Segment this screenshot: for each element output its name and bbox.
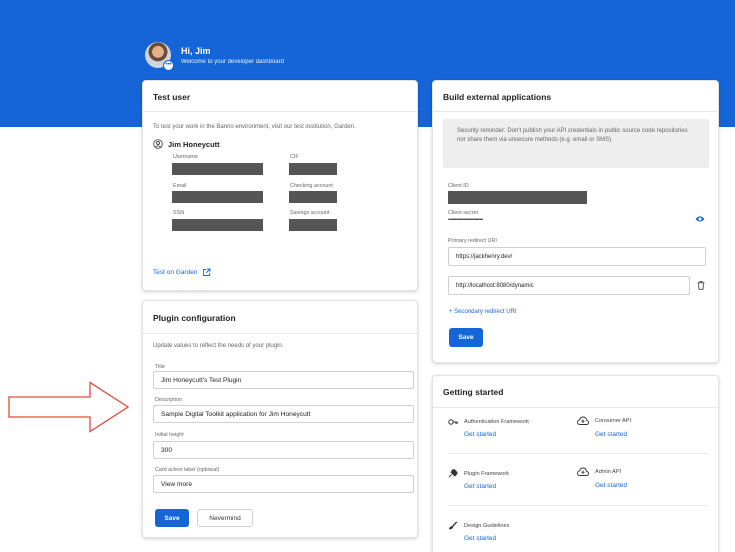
test-on-garden-link[interactable]: Test on Garden [153,268,211,277]
getting-started-card: Getting started Authentication Framework… [432,375,719,552]
greeting: ••• Hi, Jim Welcome to your developer da… [145,42,284,71]
user-circle-icon [153,139,163,149]
key-icon [448,419,458,425]
client-id-label: Client ID [448,183,469,189]
card-action-label: Card action label (optional) [155,467,220,473]
title-input[interactable]: Jim Honeycutt's Test Plugin [153,371,414,389]
plugin-configuration-card: Plugin configuration Update values to re… [142,300,418,538]
consumer-api-label: Consumer API [595,418,632,424]
email-value [172,191,263,203]
annotation-arrow-shape [8,381,130,433]
test-user-title: Test user [143,81,417,112]
getting-started-divider-1 [448,453,708,454]
paint-icon [449,521,458,530]
design-guidelines-get-started-link[interactable]: Get started [464,535,568,542]
authentication-framework-item: Authentication Framework Get started [448,418,568,438]
username-label: Username [173,154,198,160]
ssn-label: SSN [173,210,185,216]
savings-account-value [289,219,337,231]
client-id-value [448,191,587,204]
description-label: Description [155,397,182,403]
plugin-nevermind-button[interactable]: Nevermind [197,509,253,527]
plugin-configuration-title: Plugin configuration [143,301,417,334]
checking-account-label: Checking account [290,183,333,189]
avatar-edit-icon[interactable]: ••• [163,60,174,71]
test-user-card: Test user To test your work in the Banno… [142,80,418,291]
annotation-arrow-icon [8,381,130,433]
initial-height-input[interactable]: 300 [153,441,414,459]
primary-redirect-input[interactable]: https://jackhenry.dev/ [448,247,706,266]
plugin-intro: Update values to reflect the needs of yo… [153,343,284,349]
build-title: Build external applications [433,81,718,112]
plugin-framework-get-started-link[interactable]: Get started [464,483,568,490]
admin-api-item: Admin API Get started [577,467,697,489]
greeting-subtitle: Welcome to your developer dashboard [181,58,284,65]
add-secondary-redirect-link[interactable]: + Secondary redirect URI [449,309,517,315]
plugin-save-button[interactable]: Save [155,509,189,527]
client-secret-label: Client secret [448,210,478,216]
api-cloud-icon [577,467,589,476]
design-guidelines-label: Design Guidelines [464,522,510,529]
getting-started-title: Getting started [433,376,718,408]
design-guidelines-item: Design Guidelines Get started [448,521,568,542]
build-external-applications-card: Build external applications Security rem… [432,80,719,363]
consumer-api-item: Consumer API Get started [577,416,697,438]
plugin-icon [448,469,458,478]
cif-label: CIF [290,154,299,160]
test-user-intro: To test your work in the Banno environme… [153,124,356,130]
client-secret-value: •••••••••••••••••••••••••••••• [448,217,483,223]
primary-redirect-label: Primary redirect URI [448,238,497,244]
ssn-value [172,219,263,231]
greeting-title: Hi, Jim [181,45,211,56]
email-label: Email [173,183,187,189]
savings-account-label: Savings account [290,210,330,216]
security-reminder: Security reminder: Don't publish your AP… [443,119,709,168]
admin-api-label: Admin API [595,469,622,475]
test-user-name: Jim Honeycutt [168,139,220,149]
eye-icon[interactable] [695,215,705,223]
authentication-framework-label: Authentication Framework [464,419,529,425]
username-value [172,163,263,175]
trash-icon[interactable] [697,281,705,290]
authentication-framework-get-started-link[interactable]: Get started [464,431,568,438]
secondary-redirect-input[interactable]: http://localhost:8080/dynamic [448,276,690,295]
external-link-icon [203,268,211,276]
checking-account-value [289,191,337,203]
cif-value [289,163,337,175]
plugin-framework-item: Plugin Framework Get started [448,469,568,490]
getting-started-divider-2 [448,505,708,506]
build-save-button[interactable]: Save [449,328,483,347]
security-reminder-text: Security reminder: Don't publish your AP… [457,128,688,144]
api-cloud-icon [577,416,589,425]
description-input[interactable]: Sample Digital Toolkit application for J… [153,405,414,423]
admin-api-get-started-link[interactable]: Get started [595,482,697,489]
consumer-api-get-started-link[interactable]: Get started [595,431,697,438]
plugin-framework-label: Plugin Framework [464,470,510,477]
card-action-input[interactable]: View more [153,475,414,493]
title-label: Title [155,364,165,370]
avatar[interactable]: ••• [145,42,174,71]
initial-height-label: Initial height [155,432,184,438]
test-on-garden-label: Test on Garden [153,269,198,276]
